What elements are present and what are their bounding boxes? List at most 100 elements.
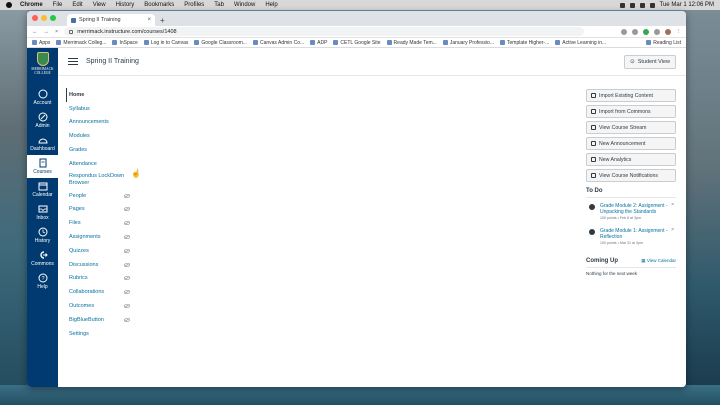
new-announcement-button[interactable]: New Announcement <box>586 137 676 150</box>
global-nav-account[interactable]: Account <box>27 86 58 109</box>
bookmark-item[interactable]: Active Learning in... <box>555 40 606 46</box>
course-nav-files[interactable]: Files <box>66 216 130 230</box>
menubar-clock[interactable]: Tue Mar 1 12:06 PM <box>660 2 714 8</box>
global-nav-commons[interactable]: Commons <box>27 247 58 270</box>
tab-title: Spring II Training <box>79 17 121 23</box>
kebab-menu-icon[interactable]: ⋮ <box>676 29 682 35</box>
bookmark-item[interactable]: CETL Google Site <box>333 40 381 46</box>
course-nav-home[interactable]: Home <box>66 88 130 102</box>
menu-view[interactable]: View <box>93 2 106 8</box>
bookmark-item[interactable]: January Professio... <box>442 40 494 46</box>
dismiss-icon[interactable]: × <box>671 227 674 233</box>
course-nav-rubrics[interactable]: Rubrics <box>66 272 130 286</box>
admin-icon <box>38 112 48 122</box>
forward-icon[interactable]: → <box>44 29 50 35</box>
global-nav-help[interactable]: ? Help <box>27 270 58 293</box>
course-nav-announcements[interactable]: Announcements <box>66 116 130 130</box>
global-nav-calendar[interactable]: Calendar <box>27 178 58 201</box>
global-nav-label: Help <box>37 284 48 290</box>
course-nav-syllabus[interactable]: Syllabus <box>66 102 130 116</box>
global-nav-label: Commons <box>31 261 54 267</box>
bookmark-item[interactable]: Google Classroom... <box>194 40 247 46</box>
zoom-window-button[interactable] <box>50 15 56 21</box>
global-nav-admin[interactable]: Admin <box>27 109 58 132</box>
bookmark-item[interactable]: Ready Made Tem... <box>386 40 437 46</box>
course-nav-collaborations[interactable]: Collaborations <box>66 285 130 299</box>
menu-window[interactable]: Window <box>234 2 255 8</box>
extension-icon[interactable] <box>642 28 649 35</box>
import-from-commons-button[interactable]: Import from Commons <box>586 105 676 118</box>
course-nav-bigbluebutton[interactable]: BigBlueButton <box>66 313 130 327</box>
course-nav-modules[interactable]: Modules <box>66 129 130 143</box>
new-analytics-button[interactable]: New Analytics <box>586 153 676 166</box>
puzzle-icon[interactable] <box>653 28 660 35</box>
address-field[interactable]: merrimack.instructure.com/courses/1408 <box>64 27 585 36</box>
course-nav-settings[interactable]: Settings <box>66 327 130 341</box>
todo-link[interactable]: Grade Module 1: Assignment - Reflection <box>600 228 668 240</box>
bookmark-item[interactable]: Canvas Admin Co... <box>252 40 304 46</box>
wifi-icon[interactable] <box>639 2 645 8</box>
course-nav-attendance[interactable]: Attendance <box>66 157 130 171</box>
import-existing-content-button[interactable]: Import Existing Content <box>586 89 676 102</box>
global-nav-history[interactable]: History <box>27 224 58 247</box>
apple-icon[interactable] <box>6 2 12 8</box>
menu-help[interactable]: Help <box>265 2 277 8</box>
course-nav-pages[interactable]: Pages <box>66 203 130 217</box>
bookmark-item[interactable]: InSpace <box>112 40 138 46</box>
course-nav-people[interactable]: People <box>66 189 130 203</box>
close-tab-icon[interactable]: × <box>147 17 151 23</box>
course-nav-respondus[interactable]: Respondus LockDown Browser <box>66 171 130 189</box>
back-icon[interactable]: ← <box>32 29 38 35</box>
menu-profiles[interactable]: Profiles <box>184 2 204 8</box>
close-window-button[interactable] <box>32 15 38 21</box>
coming-up-header: Coming Up ▦ View Calendar <box>586 258 676 268</box>
reading-list-button[interactable]: Reading List <box>646 40 681 46</box>
view-course-notifications-button[interactable]: View Course Notifications <box>586 169 676 182</box>
menu-tab[interactable]: Tab <box>214 2 224 8</box>
calendar-icon <box>38 181 48 191</box>
status-icon[interactable] <box>629 2 635 8</box>
course-nav-outcomes[interactable]: Outcomes <box>66 299 130 313</box>
menu-history[interactable]: History <box>116 2 135 8</box>
bookmark-item[interactable]: Merrimack Colleg... <box>56 40 106 46</box>
battery-icon[interactable] <box>649 2 655 8</box>
hidden-eye-icon <box>124 276 130 281</box>
global-nav-label: Admin <box>35 123 50 129</box>
dismiss-icon[interactable]: × <box>671 202 674 208</box>
course-nav-assignments[interactable]: Assignments <box>66 230 130 244</box>
menu-file[interactable]: File <box>53 2 63 8</box>
course-title[interactable]: Spring II Training <box>86 58 139 65</box>
student-view-button[interactable]: ⊙ Student View <box>624 54 676 69</box>
todo-link[interactable]: Grade Module 2: Assignment - Unpacking t… <box>600 203 668 215</box>
course-nav-quizzes[interactable]: Quizzes <box>66 244 130 258</box>
bookmark-apps[interactable]: Apps <box>32 40 50 46</box>
view-calendar-link[interactable]: ▦ View Calendar <box>641 258 676 264</box>
share-icon[interactable] <box>620 28 627 35</box>
menu-bookmarks[interactable]: Bookmarks <box>144 2 174 8</box>
course-nav-grades[interactable]: Grades <box>66 143 130 157</box>
bookmark-star-icon[interactable] <box>631 28 638 35</box>
bookmark-item[interactable]: ADP <box>310 40 327 46</box>
course-nav-discussions[interactable]: Discussions <box>66 258 130 272</box>
view-course-stream-button[interactable]: View Course Stream <box>586 121 676 134</box>
menu-edit[interactable]: Edit <box>72 2 82 8</box>
new-tab-button[interactable]: + <box>160 16 165 25</box>
todo-heading: To Do <box>586 188 676 198</box>
profile-avatar[interactable] <box>664 28 671 35</box>
status-icon[interactable] <box>619 2 625 8</box>
minimize-window-button[interactable] <box>41 15 47 21</box>
close-icon[interactable]: × <box>55 29 58 35</box>
inbox-icon <box>38 204 48 214</box>
global-nav-inbox[interactable]: Inbox <box>27 201 58 224</box>
hamburger-menu-icon[interactable] <box>68 58 78 65</box>
canvas-app: MERRIMACK COLLEGE Account Admin Dashboar… <box>27 48 686 387</box>
global-nav-courses[interactable]: Courses <box>27 155 58 178</box>
url-text: merrimack.instructure.com/courses/1408 <box>77 28 177 35</box>
browser-tab[interactable]: Spring II Training × <box>67 14 155 26</box>
global-nav-dashboard[interactable]: Dashboard <box>27 132 58 155</box>
bookmark-item[interactable]: Log in to Canvas <box>143 40 188 46</box>
college-logo[interactable]: MERRIMACK COLLEGE <box>31 52 55 80</box>
bookmark-icon <box>333 40 339 45</box>
menu-app[interactable]: Chrome <box>20 2 43 8</box>
bookmark-item[interactable]: Template Higher-... <box>500 40 549 46</box>
